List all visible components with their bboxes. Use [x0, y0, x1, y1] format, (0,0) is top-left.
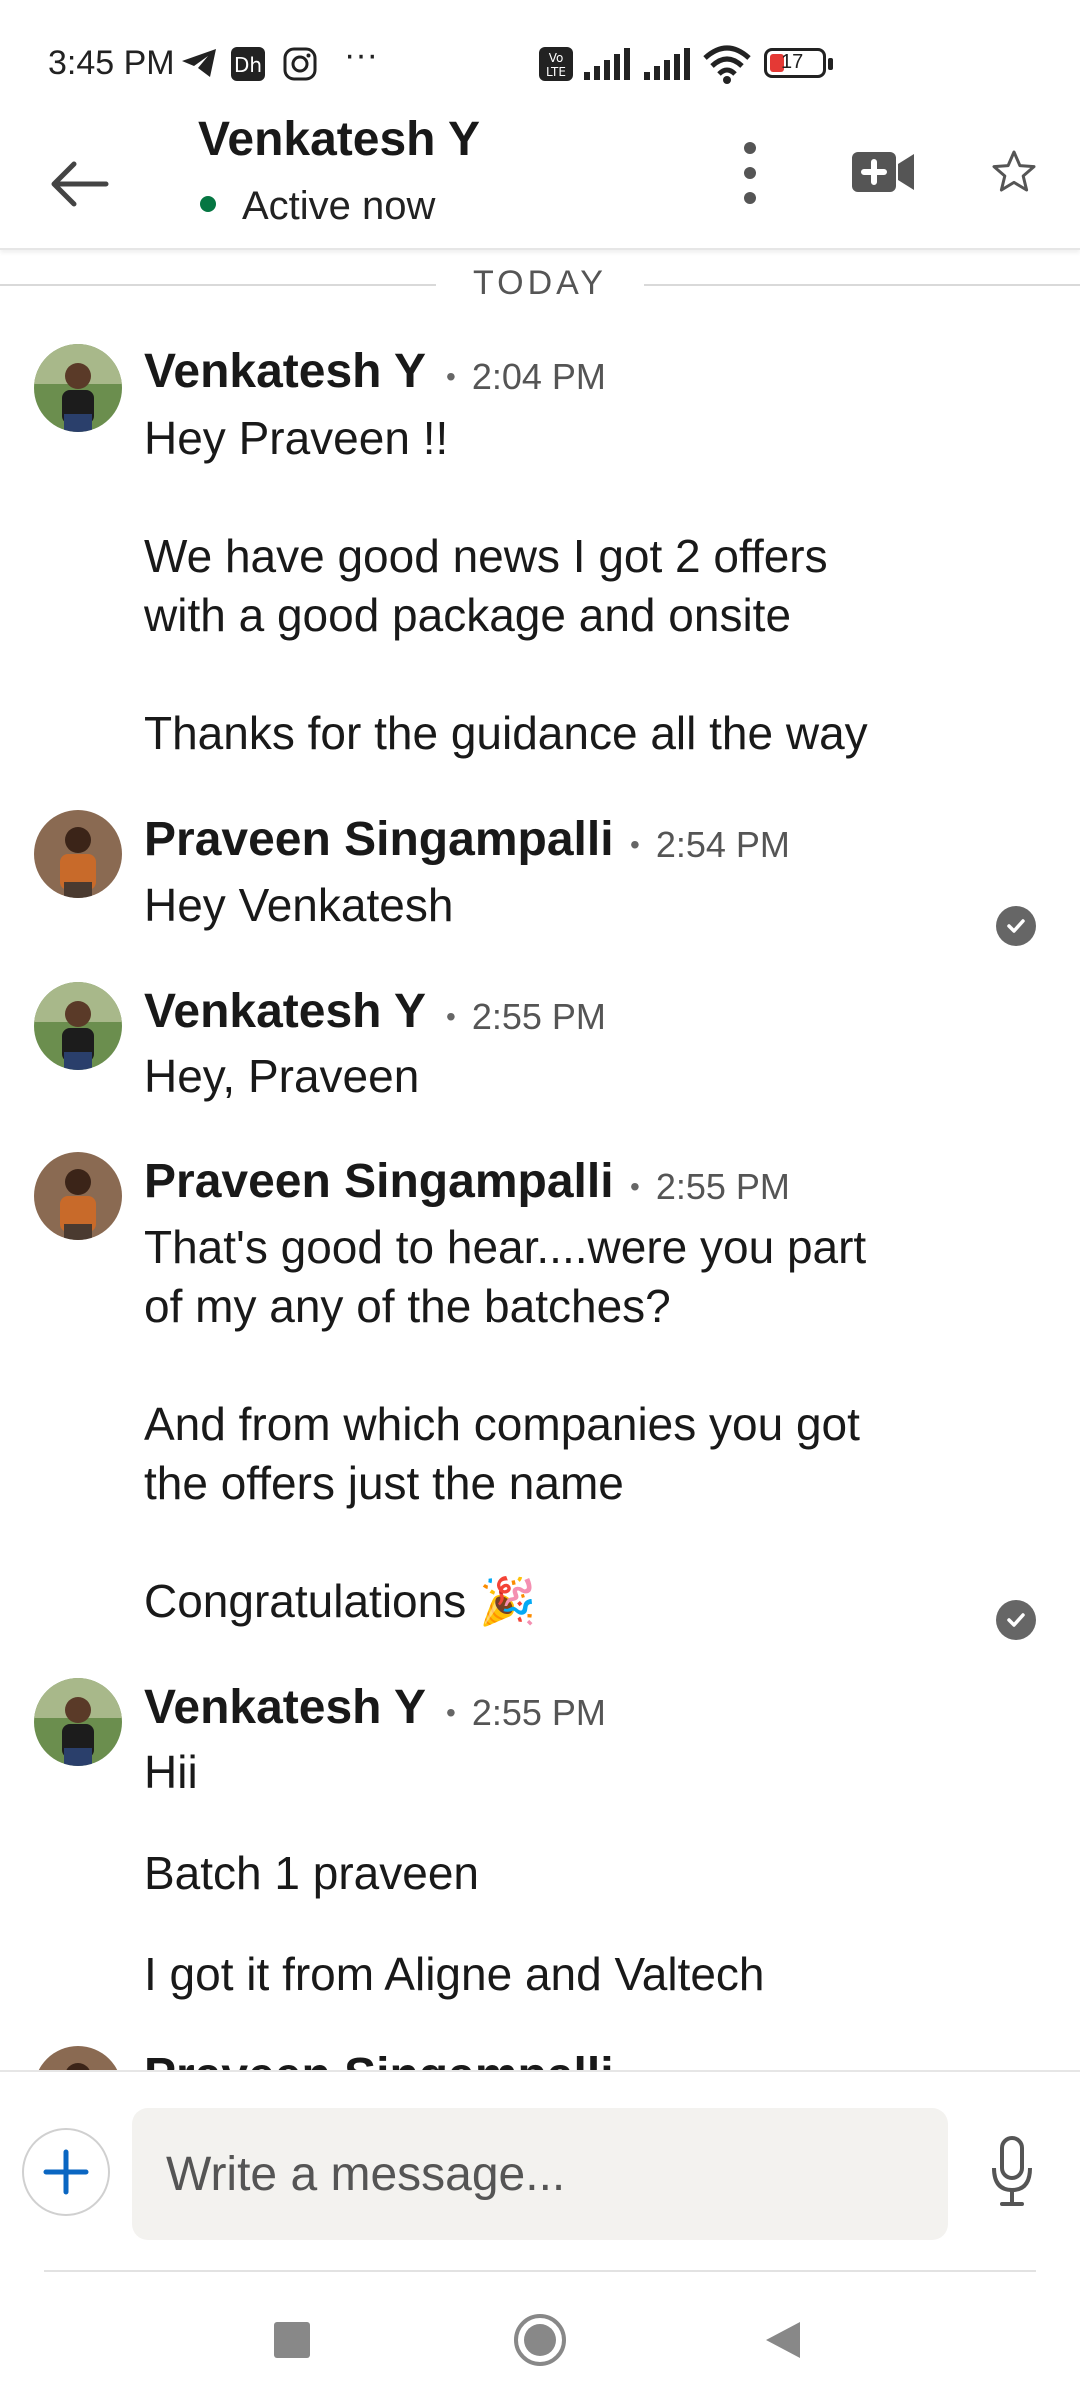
- recent-apps-square-icon[interactable]: [274, 2322, 310, 2358]
- sender-name[interactable]: Praveen Singampalli: [144, 2048, 614, 2070]
- back-triangle-icon[interactable]: [762, 2318, 804, 2362]
- avatar-photo-praveen: [34, 2046, 122, 2070]
- plus-icon: [43, 2149, 89, 2195]
- avatar[interactable]: [34, 2046, 122, 2070]
- message-composer: [0, 2070, 1080, 2272]
- message-input[interactable]: [132, 2108, 948, 2240]
- attach-button[interactable]: [22, 2128, 110, 2216]
- home-circle-icon[interactable]: [512, 2312, 568, 2368]
- microphone-icon[interactable]: [986, 2132, 1038, 2212]
- composer-divider: [44, 2270, 1036, 2272]
- system-navigation-bar: [0, 2282, 1080, 2400]
- message-group-partial: Praveen Singampalli: [0, 0, 1080, 2070]
